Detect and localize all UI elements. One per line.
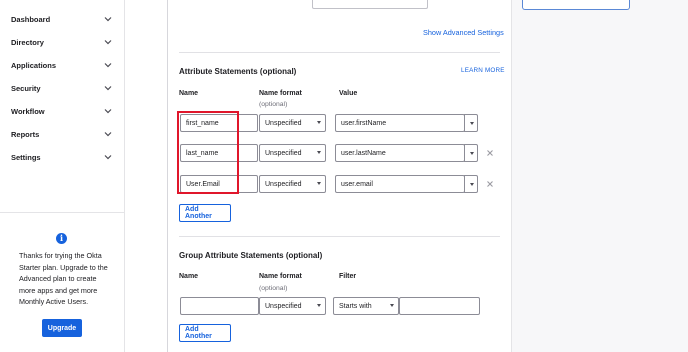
add-another-attribute-button[interactable]: Add Another — [179, 204, 231, 222]
chevron-down-icon — [104, 84, 112, 92]
select-value: Unspecified — [265, 149, 302, 157]
show-advanced-settings-link[interactable]: Show Advanced Settings — [423, 28, 504, 37]
col-format-optional: (optional) — [259, 285, 288, 292]
name-format-select[interactable]: Unspecified — [259, 144, 326, 162]
sidebar-item-label: Settings — [11, 152, 41, 162]
chevron-down-icon — [104, 153, 112, 161]
caret-down-icon — [317, 121, 321, 124]
col-name-header: Name — [179, 90, 199, 97]
filter-type-select[interactable]: Starts with — [333, 297, 399, 315]
col-filter-header: Filter — [339, 273, 357, 280]
upgrade-button[interactable]: Upgrade — [42, 319, 82, 337]
group-name-input[interactable] — [180, 297, 259, 315]
col-format-optional: (optional) — [259, 101, 288, 108]
sidebar-item-settings[interactable]: Settings — [0, 146, 124, 168]
chevron-down-icon — [104, 61, 112, 69]
name-format-select[interactable]: Unspecified — [259, 114, 326, 132]
select-value: Unspecified — [265, 119, 302, 127]
sidebar-item-applications[interactable]: Applications — [0, 54, 124, 76]
sidebar-item-security[interactable]: Security — [0, 77, 124, 99]
right-panel-card — [522, 0, 630, 10]
sidebar-item-label: Workflow — [11, 106, 45, 116]
sidebar-item-label: Directory — [11, 37, 44, 47]
attribute-name-input[interactable]: User.Email — [180, 175, 258, 193]
sidebar-item-workflow[interactable]: Workflow — [0, 100, 124, 122]
group-name-format-select[interactable]: Unspecified — [259, 297, 326, 315]
filter-value-input[interactable] — [399, 297, 480, 315]
value-dropdown-toggle[interactable] — [464, 175, 478, 193]
right-panel — [511, 0, 688, 352]
sidebar-item-dashboard[interactable]: Dashboard — [0, 8, 124, 30]
promo-text: Thanks for trying the Okta Starter plan.… — [19, 251, 108, 306]
sidebar-item-label: Reports — [11, 129, 40, 139]
value-dropdown-toggle[interactable] — [464, 114, 478, 132]
col-format-header: Name format — [259, 90, 302, 97]
attribute-value-input[interactable]: user.firstName — [335, 114, 465, 132]
caret-down-icon — [469, 122, 474, 125]
select-value: Unspecified — [265, 180, 302, 188]
section-divider — [179, 52, 500, 53]
attribute-statements-title: Attribute Statements (optional) — [179, 67, 297, 76]
value-dropdown-toggle[interactable] — [464, 144, 478, 162]
caret-down-icon — [317, 182, 321, 185]
sidebar-item-label: Security — [11, 83, 41, 93]
chevron-down-icon — [104, 38, 112, 46]
section-divider — [179, 236, 500, 237]
chevron-down-icon — [104, 107, 112, 115]
attribute-name-input[interactable]: last_name — [180, 144, 258, 162]
caret-down-icon — [469, 152, 474, 155]
attribute-name-input[interactable]: first_name — [180, 114, 258, 132]
col-name-header: Name — [179, 273, 199, 280]
sidebar-item-label: Dashboard — [11, 14, 51, 24]
remove-row-icon[interactable] — [486, 149, 494, 157]
chevron-down-icon — [104, 130, 112, 138]
attribute-value-input[interactable]: user.email — [335, 175, 465, 193]
caret-down-icon — [317, 151, 321, 154]
sidebar-item-label: Applications — [11, 60, 57, 70]
sidebar-item-reports[interactable]: Reports — [0, 123, 124, 145]
remove-row-icon[interactable] — [486, 180, 494, 188]
chevron-down-icon — [104, 15, 112, 23]
caret-down-icon — [317, 304, 321, 307]
caret-down-icon — [390, 304, 394, 307]
top-input-field[interactable] — [312, 0, 428, 9]
col-value-header: Value — [339, 90, 358, 97]
learn-more-link[interactable]: LEARN MORE — [461, 67, 505, 74]
name-format-select[interactable]: Unspecified — [259, 175, 326, 193]
select-value: Starts with — [339, 302, 372, 310]
group-statements-title: Group Attribute Statements (optional) — [179, 251, 323, 260]
info-icon: i — [56, 233, 67, 244]
col-format-header: Name format — [259, 273, 302, 280]
attribute-value-input[interactable]: user.lastName — [335, 144, 465, 162]
select-value: Unspecified — [265, 302, 302, 310]
add-another-group-button[interactable]: Add Another — [179, 324, 231, 342]
caret-down-icon — [469, 183, 474, 186]
sidebar-item-directory[interactable]: Directory — [0, 31, 124, 53]
